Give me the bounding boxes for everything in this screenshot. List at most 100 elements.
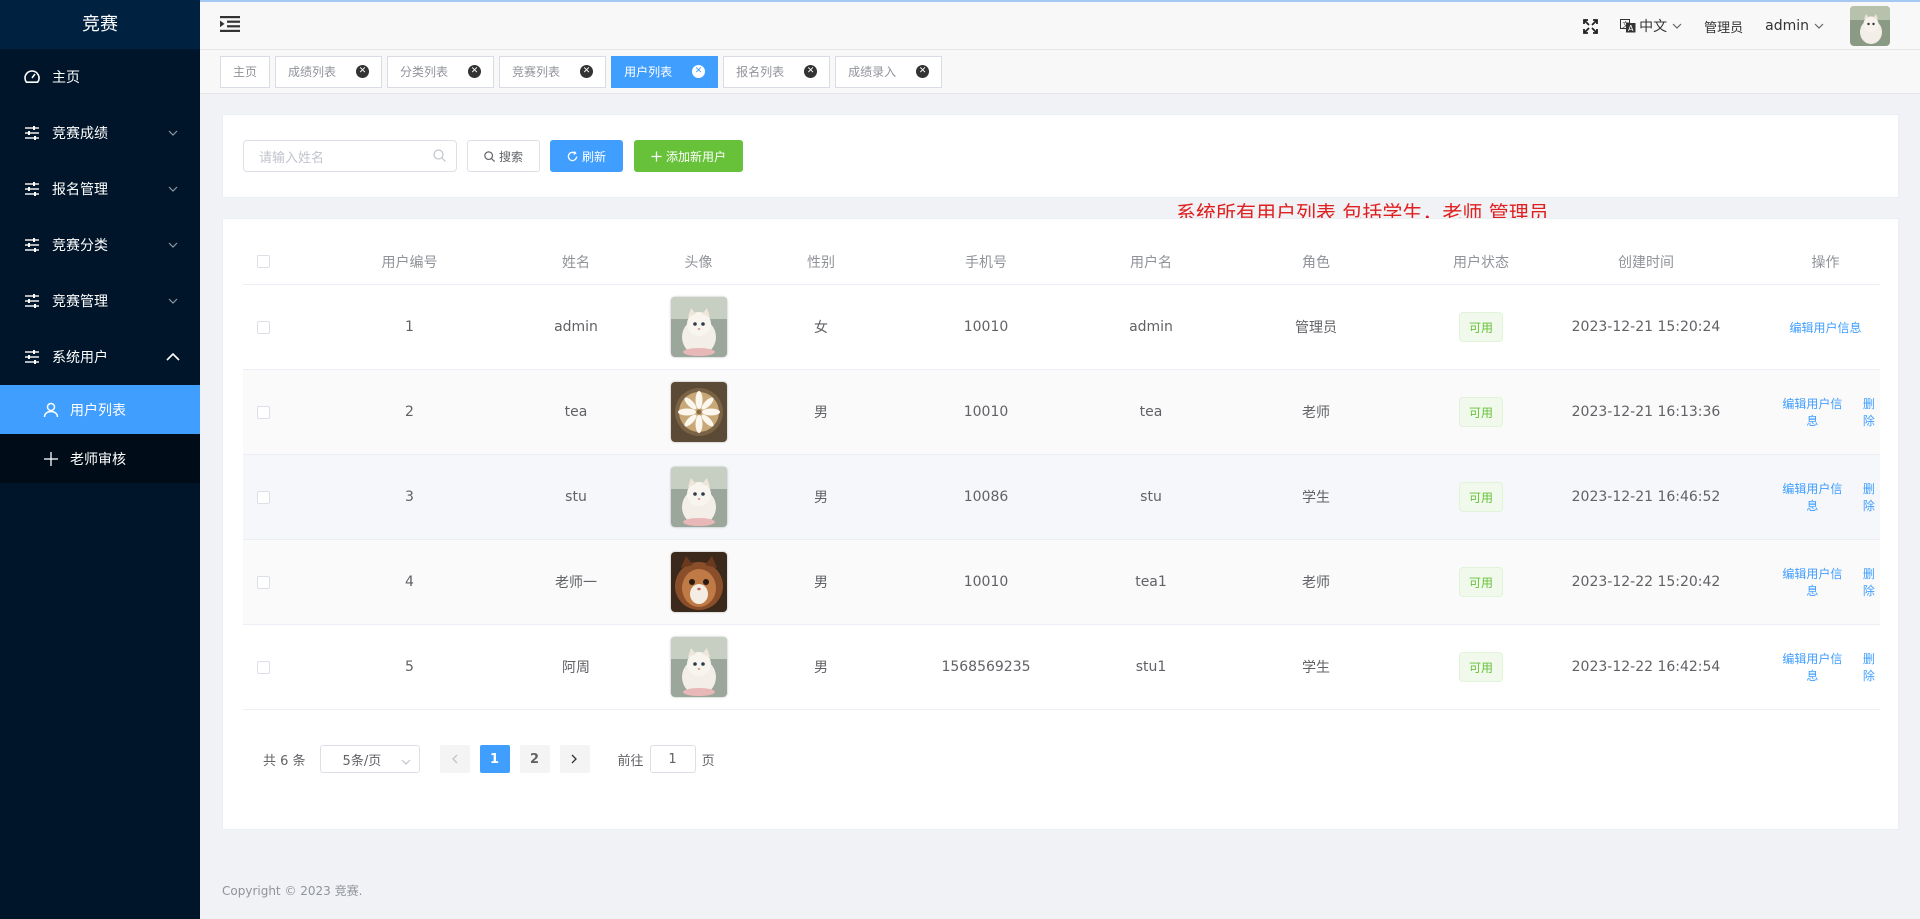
goto-page-input[interactable]: 1 xyxy=(649,745,696,773)
user-avatar[interactable] xyxy=(670,382,727,442)
edit-user-button[interactable]: 编辑用户信息 xyxy=(1779,480,1846,514)
next-page-button[interactable] xyxy=(559,745,590,773)
tab-label: 竞赛列表 xyxy=(512,65,561,79)
user-username: stu1 xyxy=(1135,659,1167,675)
user-table: 用户编号 姓名 头像 性别 手机号 用户名 角色 用户状态 创建时间 操作 1 … xyxy=(243,239,1880,710)
refresh-button[interactable]: 刷新 xyxy=(550,140,623,172)
search-icon xyxy=(484,150,495,162)
user-avatar[interactable] xyxy=(670,552,727,612)
fullscreen-icon[interactable] xyxy=(1583,18,1599,34)
footer-copyright: Copyright © 2023 竞赛. xyxy=(222,884,363,898)
menu-toggle-icon[interactable] xyxy=(220,16,242,36)
avatar-cell-wrap xyxy=(616,297,781,357)
select-all-checkbox[interactable] xyxy=(243,255,283,268)
delete-user-button[interactable]: 删除 xyxy=(1858,650,1880,684)
page-jumper: 前往 1 页 xyxy=(618,745,715,773)
user-avatar[interactable] xyxy=(670,467,727,527)
sidebar-item-teacher-review[interactable]: 老师审核 xyxy=(0,434,200,483)
user-id: 1 xyxy=(405,319,414,335)
close-icon[interactable]: ✕ xyxy=(356,65,370,78)
sidebar-item-registration[interactable]: 报名管理 xyxy=(0,161,200,217)
close-icon[interactable]: ✕ xyxy=(916,65,930,78)
sliders-icon xyxy=(22,291,42,311)
avatar-cell-wrap xyxy=(616,637,781,697)
sidebar-item-system-users[interactable]: 系统用户 xyxy=(0,329,200,385)
user-avatar[interactable] xyxy=(670,637,727,697)
prev-page-button[interactable] xyxy=(439,745,470,773)
language-selector[interactable]: 文A 中文 xyxy=(1620,16,1682,36)
tab-score-entry[interactable]: 成绩录入 ✕ xyxy=(835,55,943,88)
tab-home[interactable]: 主页 xyxy=(220,55,271,88)
page-number-1[interactable]: 1 xyxy=(479,745,510,773)
page-number-2[interactable]: 2 xyxy=(519,745,550,773)
add-user-button-label: 添加新用户 xyxy=(665,149,726,164)
tab-label: 成绩列表 xyxy=(288,65,337,79)
user-created: 2023-12-21 15:20:24 xyxy=(1571,319,1721,335)
edit-user-button[interactable]: 编辑用户信息 xyxy=(1789,319,1861,336)
user-icon xyxy=(42,401,60,419)
user-name: stu xyxy=(565,489,587,505)
avatar[interactable] xyxy=(1850,6,1890,46)
delete-user-button[interactable]: 删除 xyxy=(1858,395,1880,429)
close-icon[interactable]: ✕ xyxy=(692,65,706,78)
tab-user-list[interactable]: 用户列表 ✕ xyxy=(611,55,719,88)
column-header: 操作 xyxy=(1811,254,1840,271)
delete-user-button[interactable]: 删除 xyxy=(1858,565,1880,599)
column-header: 角色 xyxy=(1302,254,1330,271)
user-gender: 女 xyxy=(814,320,828,336)
delete-user-button[interactable]: 删除 xyxy=(1858,480,1880,514)
sidebar-item-label: 报名管理 xyxy=(52,182,108,198)
sliders-icon xyxy=(22,347,42,367)
tab-score-list[interactable]: 成绩列表 ✕ xyxy=(275,55,383,88)
user-created: 2023-12-21 16:13:36 xyxy=(1571,404,1721,420)
tab-registration-list[interactable]: 报名列表 ✕ xyxy=(723,55,831,88)
sidebar-item-label: 主页 xyxy=(52,70,80,86)
sidebar-item-competitions[interactable]: 竞赛管理 xyxy=(0,273,200,329)
sidebar-item-label: 竞赛管理 xyxy=(52,294,108,310)
user-dropdown[interactable]: admin xyxy=(1765,18,1824,34)
edit-user-button[interactable]: 编辑用户信息 xyxy=(1779,650,1846,684)
chevron-down-icon xyxy=(166,294,180,308)
page-size-select[interactable]: 5条/页 xyxy=(319,745,420,773)
user-created: 2023-12-21 16:46:52 xyxy=(1571,489,1721,505)
row-checkbox[interactable] xyxy=(243,490,283,504)
sidebar-item-home[interactable]: 主页 xyxy=(0,49,200,105)
user-avatar[interactable] xyxy=(670,297,727,357)
sidebar-item-categories[interactable]: 竞赛分类 xyxy=(0,217,200,273)
close-icon[interactable]: ✕ xyxy=(580,65,594,78)
row-checkbox[interactable] xyxy=(243,575,283,589)
sidebar-item-user-list[interactable]: 用户列表 xyxy=(0,385,200,434)
add-user-button[interactable]: 添加新用户 xyxy=(634,140,743,172)
row-checkbox[interactable] xyxy=(243,660,283,674)
user-name: 老师一 xyxy=(555,575,597,591)
close-icon[interactable]: ✕ xyxy=(804,65,818,78)
search-button[interactable]: 搜索 xyxy=(467,140,540,172)
sidebar: 竞赛 主页 竞赛成绩 报名管理 竞赛分类 竞赛管理 系统用户 用户列表 老师审核 xyxy=(0,0,200,919)
edit-user-button[interactable]: 编辑用户信息 xyxy=(1779,395,1846,429)
status-cell: 可用 xyxy=(1441,652,1521,682)
table-row: 2 tea 男 10010 tea 老师 可用 2023-12-21 16:13… xyxy=(243,370,1880,455)
close-icon[interactable]: ✕ xyxy=(468,65,482,78)
row-checkbox[interactable] xyxy=(243,405,283,419)
user-username: stu xyxy=(1140,489,1162,505)
user-id: 2 xyxy=(405,404,414,420)
svg-text:A: A xyxy=(1628,24,1634,33)
search-panel: 请输入姓名 搜索 刷新 添加新用户 xyxy=(222,114,1899,198)
plus-icon xyxy=(651,150,662,162)
user-created: 2023-12-22 15:20:42 xyxy=(1571,574,1721,590)
status-badge: 可用 xyxy=(1458,482,1503,512)
user-phone: 10010 xyxy=(963,574,1009,590)
column-header: 用户名 xyxy=(1130,254,1172,271)
chevron-right-icon xyxy=(571,754,578,764)
edit-user-button[interactable]: 编辑用户信息 xyxy=(1779,565,1846,599)
tab-competition-list[interactable]: 竞赛列表 ✕ xyxy=(499,55,607,88)
table-row: 4 老师一 男 10010 tea1 老师 可用 2023-12-22 15:2… xyxy=(243,540,1880,625)
search-button-label: 搜索 xyxy=(498,149,523,164)
search-input[interactable]: 请输入姓名 xyxy=(243,140,457,172)
plus-icon xyxy=(42,450,60,468)
column-header: 头像 xyxy=(684,254,713,271)
sidebar-item-label: 老师审核 xyxy=(70,451,126,468)
row-checkbox[interactable] xyxy=(243,320,283,334)
tab-category-list[interactable]: 分类列表 ✕ xyxy=(387,55,495,88)
sidebar-item-scores[interactable]: 竞赛成绩 xyxy=(0,105,200,161)
